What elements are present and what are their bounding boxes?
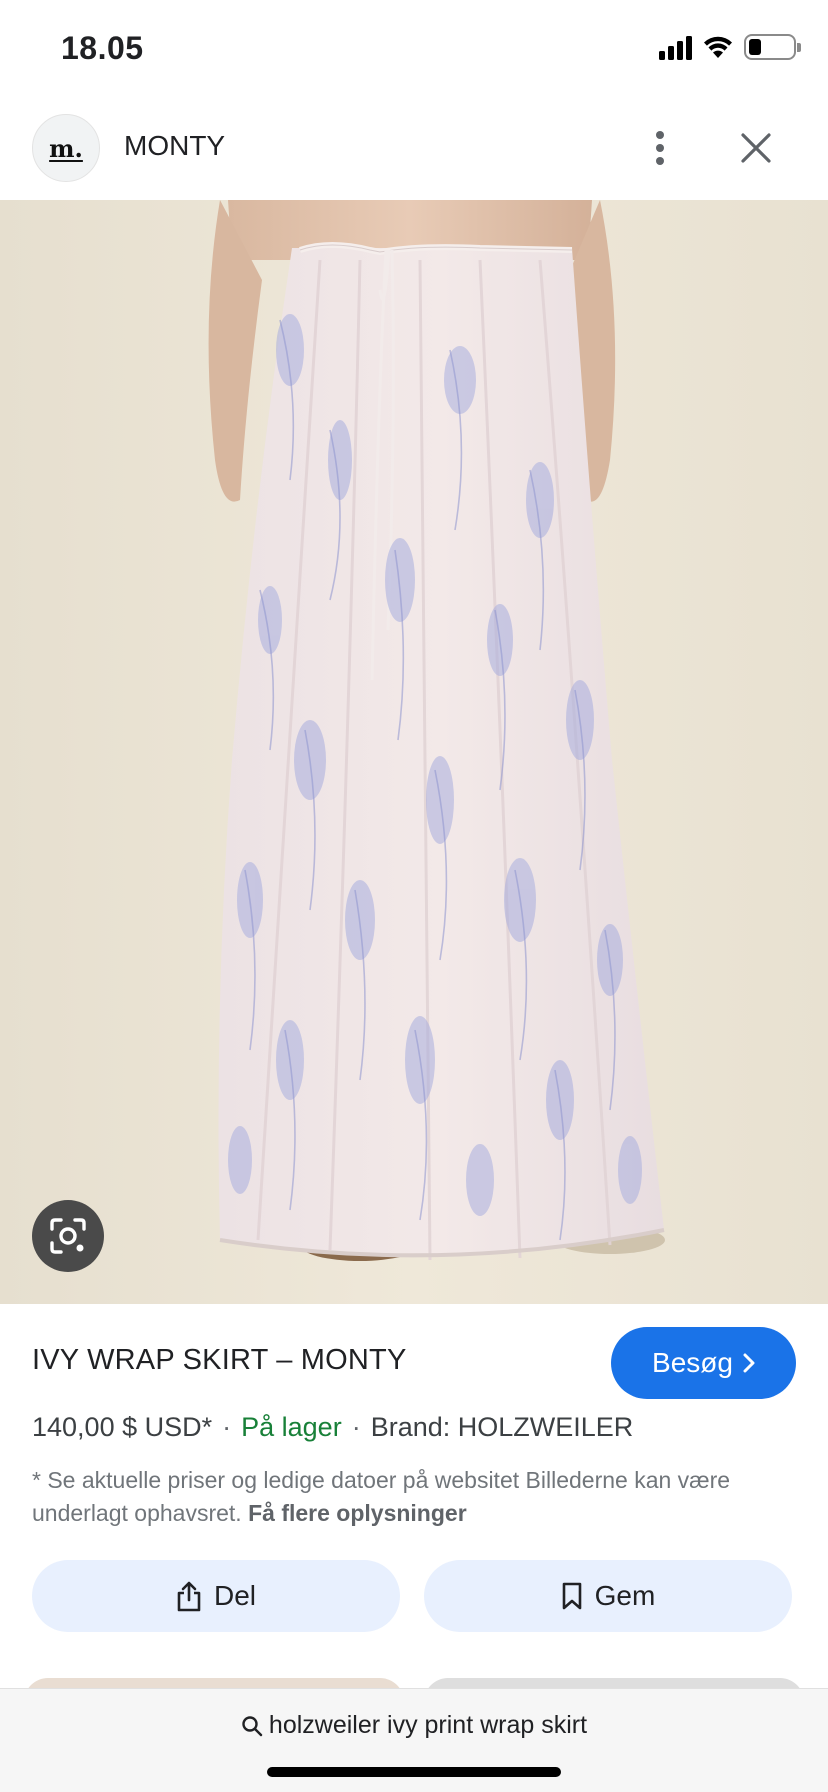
product-image[interactable] — [0, 200, 828, 1304]
bottom-search-bar[interactable]: holzweiler ivy print wrap skirt — [0, 1688, 828, 1792]
lens-icon — [50, 1218, 86, 1254]
chevron-right-icon — [743, 1353, 755, 1373]
source-header: m. MONTY — [0, 100, 828, 200]
close-button[interactable] — [730, 120, 782, 176]
save-button[interactable]: Gem — [424, 1560, 792, 1632]
more-vert-icon — [656, 131, 664, 165]
save-button-label: Gem — [594, 1580, 656, 1611]
status-icons — [659, 34, 801, 60]
close-icon — [741, 133, 771, 163]
share-icon — [177, 1581, 201, 1612]
skirt-photo — [0, 200, 828, 1304]
wifi-icon — [704, 36, 732, 58]
visit-button[interactable]: Besøg — [611, 1327, 796, 1399]
visit-button-label: Besøg — [652, 1347, 733, 1378]
stock-status: På lager — [241, 1412, 342, 1442]
share-button-label: Del — [213, 1580, 256, 1611]
price-disclaimer: * Se aktuelle priser og ledige datoer på… — [32, 1464, 802, 1530]
site-name[interactable]: MONTY — [124, 130, 225, 162]
battery-icon — [744, 34, 801, 60]
visual-search-button[interactable] — [32, 1200, 104, 1272]
product-price: 140,00 $ USD* — [32, 1412, 213, 1442]
status-bar: 18.05 — [0, 0, 828, 100]
cellular-signal-icon — [659, 34, 692, 60]
more-info-link[interactable]: Få flere oplysninger — [248, 1500, 467, 1526]
separator: · — [222, 1412, 232, 1442]
site-logo-text: m. — [49, 133, 83, 163]
product-brand: Brand: HOLZWEILER — [370, 1412, 634, 1442]
site-logo[interactable]: m. — [32, 114, 100, 182]
share-button[interactable]: Del — [32, 1560, 400, 1632]
separator: · — [351, 1412, 361, 1442]
search-icon — [242, 1715, 263, 1736]
status-time: 18.05 — [61, 30, 144, 66]
home-indicator[interactable] — [267, 1767, 561, 1777]
search-query-text: holzweiler ivy print wrap skirt — [268, 1711, 588, 1739]
more-options-button[interactable] — [640, 120, 680, 176]
bookmark-icon — [562, 1582, 581, 1610]
product-meta: 140,00 $ USD* · På lager · Brand: HOLZWEILER — [32, 1412, 633, 1443]
product-title[interactable]: IVY WRAP SKIRT – MONTY — [32, 1344, 407, 1377]
search-query[interactable]: holzweiler ivy print wrap skirt — [0, 1711, 828, 1740]
